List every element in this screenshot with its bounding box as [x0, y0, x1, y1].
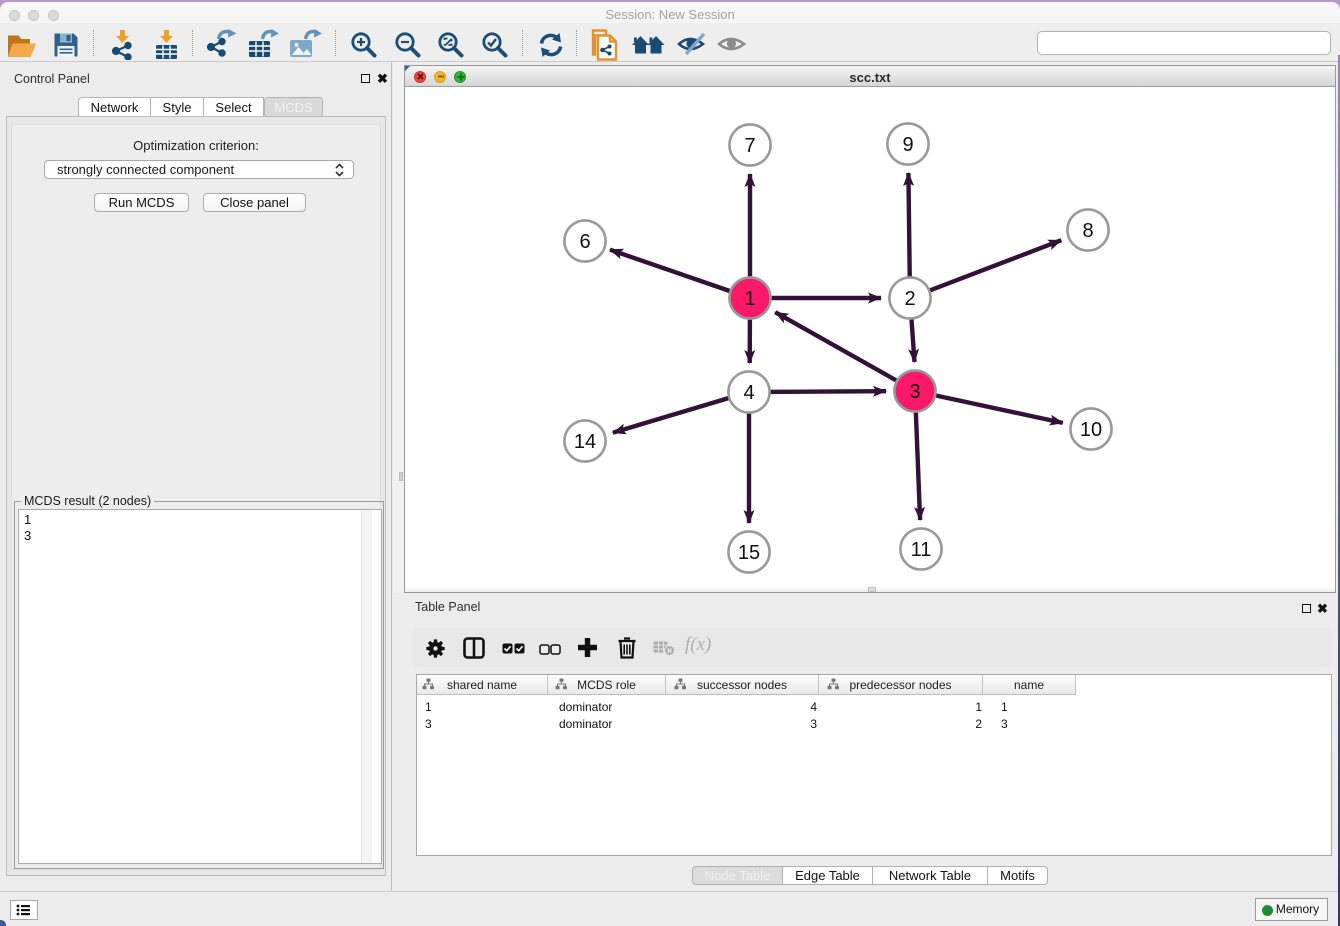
svg-text:2: 2: [904, 288, 915, 310]
svg-text:10: 10: [1080, 419, 1102, 441]
svg-text:15: 15: [738, 542, 760, 564]
svg-text:1: 1: [744, 288, 755, 310]
svg-text:14: 14: [574, 431, 596, 453]
svg-text:9: 9: [902, 134, 913, 156]
svg-text:8: 8: [1082, 220, 1093, 242]
svg-text:7: 7: [744, 135, 755, 157]
svg-text:11: 11: [911, 539, 932, 561]
svg-text:6: 6: [579, 231, 590, 253]
svg-text:3: 3: [909, 381, 920, 403]
svg-text:4: 4: [743, 382, 754, 404]
